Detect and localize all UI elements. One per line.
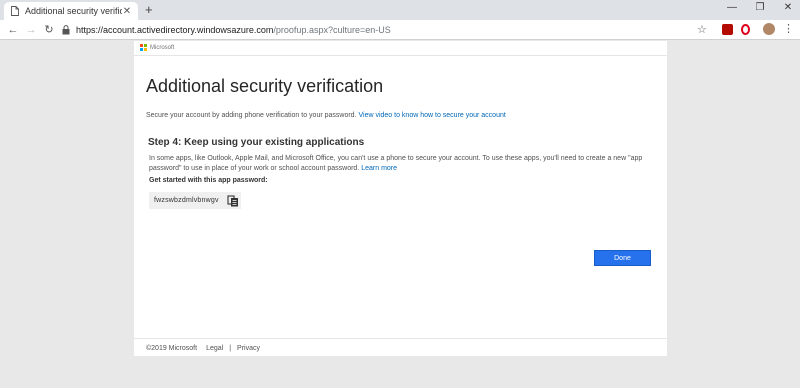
- back-button[interactable]: ←: [6, 23, 20, 37]
- video-link[interactable]: View video to know how to secure your ac…: [358, 112, 505, 119]
- pdf-extension-icon[interactable]: [722, 24, 733, 35]
- page-icon: [10, 6, 19, 17]
- legal-link[interactable]: Legal: [206, 345, 223, 352]
- tab-close-icon[interactable]: ✕: [122, 6, 132, 17]
- close-window-button[interactable]: ✕: [778, 2, 798, 13]
- intro-message: Secure your account by adding phone veri…: [146, 112, 357, 119]
- microsoft-logo-icon: [140, 44, 147, 51]
- forward-button[interactable]: →: [24, 23, 38, 37]
- browser-tab[interactable]: Additional security verification ✕: [4, 2, 138, 20]
- footer: ©2019 Microsoft Legal | Privacy: [146, 345, 260, 352]
- url-path: /proofup.aspx?culture=en-US: [273, 25, 391, 35]
- copyright-text: ©2019 Microsoft: [146, 345, 198, 352]
- app-password-value[interactable]: fwzswbzdmlvbnwgv: [149, 197, 225, 204]
- address-bar[interactable]: https://account.activedirectory.windowsa…: [61, 23, 691, 37]
- restore-button[interactable]: ❐: [750, 2, 770, 13]
- new-tab-button[interactable]: +: [145, 3, 153, 17]
- url-host: https://account.activedirectory.windowsa…: [76, 25, 274, 35]
- footer-divider: [134, 338, 667, 339]
- tab-strip: Additional security verification ✕ + — ❐…: [0, 0, 800, 20]
- learn-more-link[interactable]: Learn more: [361, 165, 397, 172]
- footer-separator: |: [229, 345, 232, 352]
- intro-text: Secure your account by adding phone veri…: [146, 112, 506, 119]
- step-title: Step 4: Keep using your existing applica…: [148, 137, 365, 148]
- browser-menu-icon[interactable]: ⋮: [783, 22, 794, 36]
- profile-avatar[interactable]: [763, 23, 775, 35]
- privacy-link[interactable]: Privacy: [237, 345, 260, 352]
- header-divider: [134, 55, 667, 56]
- tab-title: Additional security verification: [25, 6, 122, 16]
- done-button[interactable]: Done: [594, 250, 651, 266]
- browser-toolbar: ← → ↻ https://account.activedirectory.wi…: [0, 20, 800, 40]
- reload-button[interactable]: ↻: [42, 23, 56, 37]
- opera-extension-icon[interactable]: [741, 24, 750, 35]
- copy-icon[interactable]: [225, 192, 241, 209]
- page-title: Additional security verification: [146, 76, 384, 96]
- microsoft-logo: Microsoft: [140, 44, 174, 51]
- content-card: Microsoft Additional security verificati…: [134, 41, 667, 356]
- bookmark-star-icon[interactable]: ☆: [697, 23, 707, 37]
- app-password-label: Get started with this app password:: [149, 177, 268, 184]
- step-description: In some apps, like Outlook, Apple Mail, …: [149, 154, 659, 173]
- minimize-button[interactable]: —: [722, 2, 742, 13]
- brand-name: Microsoft: [150, 44, 175, 51]
- url-text[interactable]: https://account.activedirectory.windowsa…: [76, 25, 391, 35]
- lock-icon[interactable]: [61, 24, 71, 36]
- app-password-box: fwzswbzdmlvbnwgv: [149, 192, 241, 209]
